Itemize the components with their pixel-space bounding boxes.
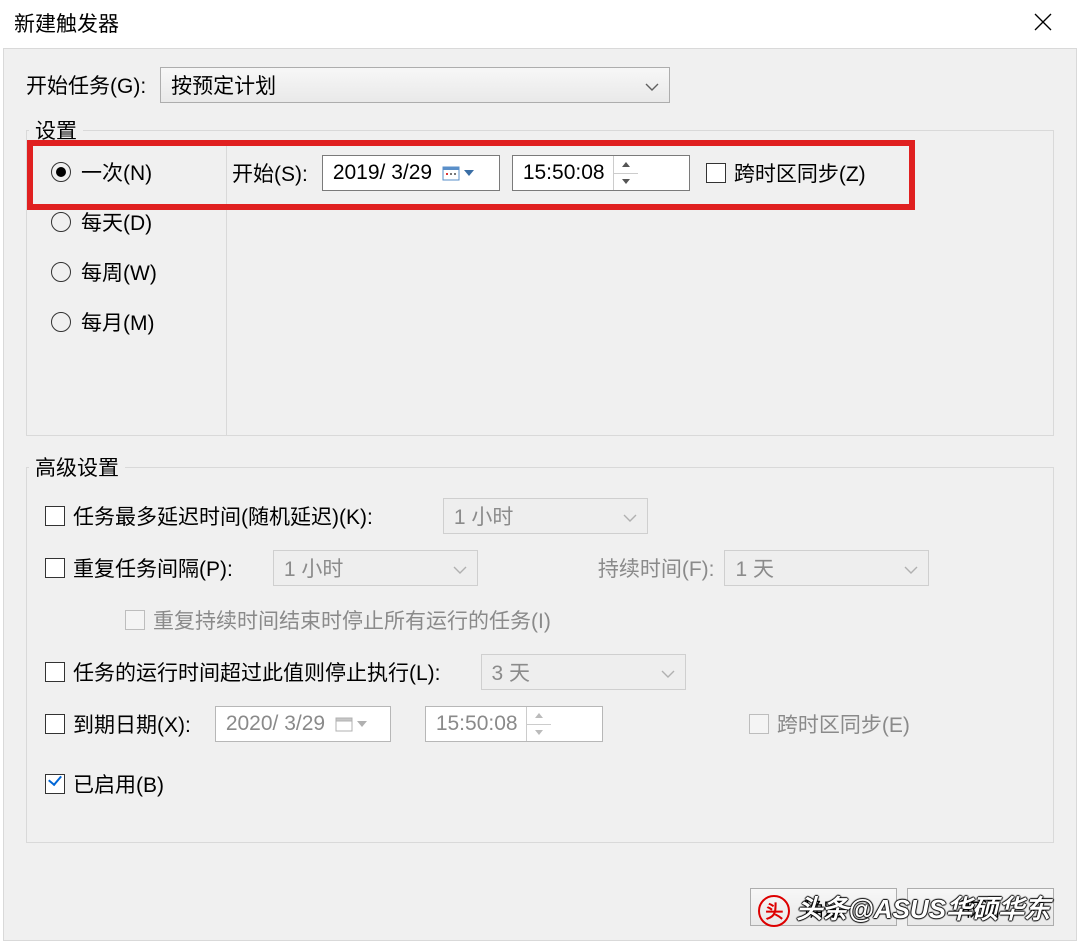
delay-checkbox[interactable]: [45, 506, 65, 526]
expire-tz-label: 跨时区同步(E): [777, 709, 910, 739]
ok-button[interactable]: 确定: [750, 888, 897, 926]
radio-icon: [51, 312, 71, 332]
calendar-icon: [442, 165, 460, 181]
start-time-spinner[interactable]: 15:50:08: [512, 155, 690, 191]
chevron-down-icon: [623, 504, 637, 528]
chevron-down-icon: [453, 556, 467, 580]
settings-legend: 设置: [29, 115, 83, 145]
repeat-label: 重复任务间隔(P):: [73, 553, 233, 583]
cancel-button[interactable]: 取消: [907, 888, 1054, 926]
delay-label: 任务最多延迟时间(随机延迟)(K):: [73, 501, 373, 531]
expire-time-spinner: 15:50:08: [425, 706, 603, 742]
chevron-down-icon: [464, 170, 474, 176]
repeat-duration-combo: 1 天: [724, 550, 929, 586]
stop-after-checkbox[interactable]: [45, 662, 65, 682]
radio-icon: [51, 162, 71, 182]
timezone-sync-checkbox[interactable]: [706, 163, 726, 183]
spinner-down-icon: [527, 725, 551, 742]
repeat-stop-checkbox: [125, 610, 145, 630]
freq-radio-weekly[interactable]: 每周(W): [51, 249, 226, 295]
enabled-label: 已启用(B): [73, 769, 164, 799]
radio-icon: [51, 212, 71, 232]
begin-task-value: 按预定计划: [171, 70, 276, 100]
spinner-buttons: [526, 707, 551, 741]
spinner-down-icon[interactable]: [614, 174, 638, 191]
repeat-interval-combo: 1 小时: [273, 550, 478, 586]
calendar-icon: [335, 716, 353, 732]
chevron-down-icon: [904, 556, 918, 580]
close-button[interactable]: [1005, 0, 1080, 43]
expire-tz-checkbox: [749, 714, 769, 734]
spinner-up-icon: [527, 707, 551, 725]
radio-icon: [51, 262, 71, 282]
spinner-up-icon[interactable]: [614, 156, 638, 174]
freq-radio-monthly[interactable]: 每月(M): [51, 299, 226, 345]
expire-label: 到期日期(X):: [73, 709, 191, 739]
close-icon: [1034, 13, 1052, 31]
settings-group: 设置 一次(N) 每天(D) 每周(W): [26, 115, 1054, 436]
start-date-picker[interactable]: 2019/ 3/29: [322, 155, 500, 191]
start-label: 开始(S):: [232, 158, 308, 188]
repeat-checkbox[interactable]: [45, 558, 65, 578]
chevron-down-icon: [357, 721, 367, 727]
freq-radio-daily[interactable]: 每天(D): [51, 199, 226, 245]
chevron-down-icon: [661, 660, 675, 684]
title-bar: 新建触发器: [0, 0, 1080, 43]
advanced-legend: 高级设置: [29, 452, 125, 482]
stop-after-combo: 3 天: [481, 654, 686, 690]
repeat-duration-label: 持续时间(F):: [598, 553, 715, 583]
enabled-checkbox[interactable]: [45, 774, 65, 794]
expire-date-picker: 2020/ 3/29: [215, 706, 391, 742]
timezone-sync-label: 跨时区同步(Z): [734, 158, 866, 188]
repeat-stop-label: 重复持续时间结束时停止所有运行的任务(I): [153, 605, 551, 635]
freq-radio-column: 一次(N) 每天(D) 每周(W) 每月(M): [51, 145, 227, 435]
chevron-down-icon: [645, 73, 659, 97]
begin-task-label: 开始任务(G):: [26, 70, 146, 100]
freq-radio-once[interactable]: 一次(N): [51, 149, 226, 195]
spinner-buttons[interactable]: [613, 156, 638, 190]
expire-checkbox[interactable]: [45, 714, 65, 734]
delay-combo: 1 小时: [443, 498, 648, 534]
advanced-group: 高级设置 任务最多延迟时间(随机延迟)(K): 1 小时 重复任务间隔(P):: [26, 452, 1054, 843]
begin-task-combo[interactable]: 按预定计划: [160, 67, 670, 103]
window-title: 新建触发器: [14, 8, 119, 38]
stop-after-label: 任务的运行时间超过此值则停止执行(L):: [73, 657, 441, 687]
